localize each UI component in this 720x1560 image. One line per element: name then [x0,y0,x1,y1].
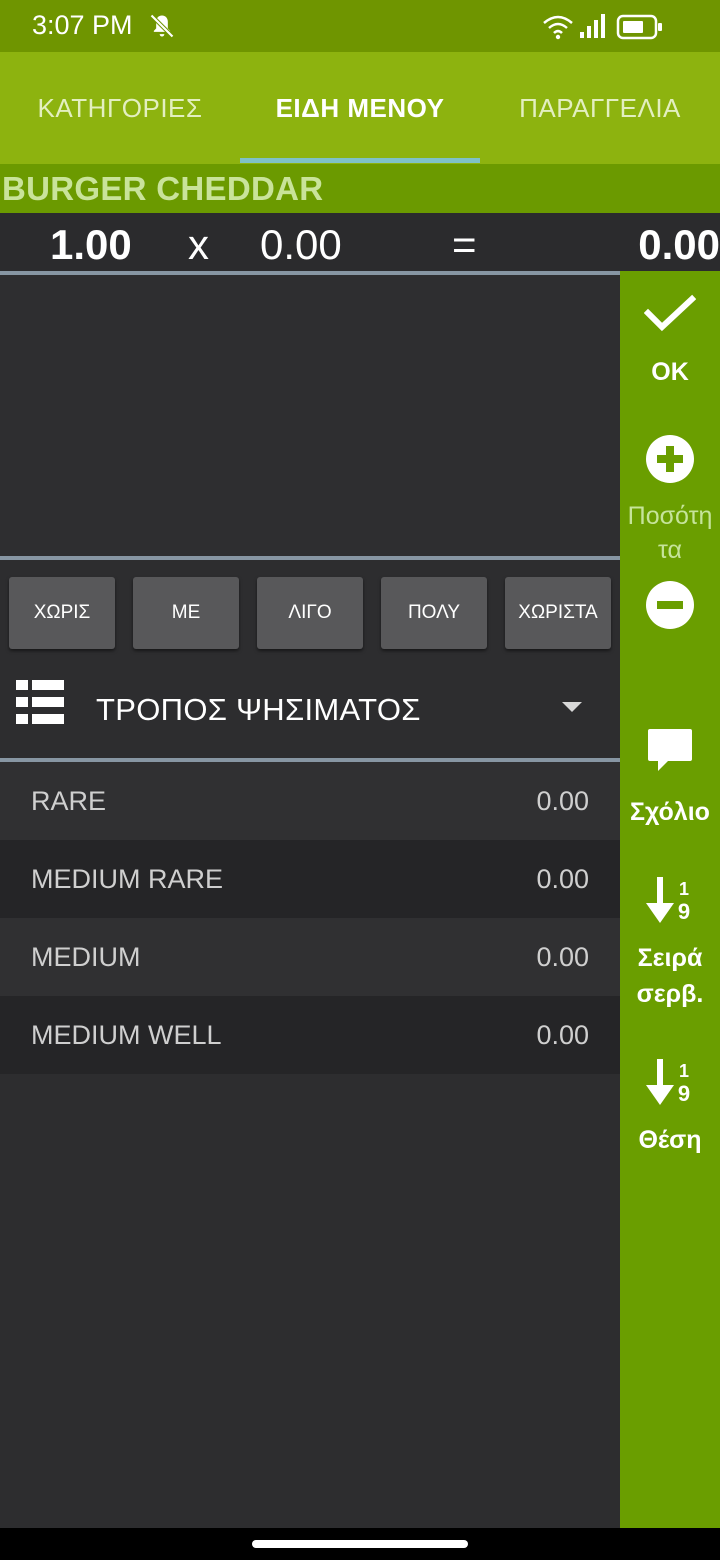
sort-numeric-icon: 1 9 [646,1059,690,1106]
comment-icon [648,729,692,771]
active-tab-indicator [240,158,480,163]
bell-off-icon [150,14,174,38]
battery-icon [616,14,662,40]
serve-order-button[interactable]: 1 9 Σειρά σερβ. [620,871,720,1011]
option-price: 0.00 [536,942,589,972]
option-price: 0.00 [536,786,589,816]
svg-text:1: 1 [679,1061,689,1081]
selected-modifiers-area [0,275,620,556]
svg-text:9: 9 [678,1081,690,1106]
svg-text:9: 9 [678,899,690,924]
quantity-label-line1: Ποσότη [627,502,713,530]
list-icon [16,680,64,724]
position-label: Θέση [638,1126,702,1154]
ok-button[interactable]: OK [620,285,720,395]
dropdown-label: ΤΡΟΠΟΣ ΨΗΣΙΜΑΤΟΣ [96,692,421,727]
sort-numeric-icon: 1 9 [646,877,690,924]
action-sidebar: OK Ποσότη τα Σχόλιο 1 9 Σειρά σερβ. 1 9 … [620,271,720,1528]
list-item[interactable]: MEDIUM 0.00 [0,918,620,996]
tab-menu-items[interactable]: ΕΙΔΗ ΜΕΝΟΥ [240,52,480,164]
item-title: BURGER CHEDDAR [2,170,324,207]
option-name: MEDIUM RARE [31,864,224,894]
little-button[interactable]: ΛΙΓΟ [257,577,363,649]
price-value[interactable]: 0.00 [260,221,342,269]
comment-label: Σχόλιο [630,798,710,826]
calc-row: 1.00 x 0.00 = 0.00 [0,213,720,271]
app-root: 3:07 PM ΚΑΤΗΓΟΡΙΕΣ ΕΙΔΗ ΜΕΝΟΥ ΠΑΡΑΓΓΕΛΙΑ… [0,0,720,1560]
item-title-bar: BURGER CHEDDAR [0,164,720,213]
list-item[interactable]: MEDIUM RARE 0.00 [0,840,620,918]
extra-button[interactable]: ΠΟΛΥ [381,577,487,649]
svg-text:1: 1 [679,879,689,899]
divider [0,556,620,560]
status-time: 3:07 PM [32,10,133,40]
tab-order[interactable]: ΠΑΡΑΓΓΕΛΙΑ [480,52,720,164]
serve-order-label-line2: σερβ. [636,980,704,1008]
minus-circle-icon[interactable] [645,580,695,630]
check-icon [644,294,696,332]
chevron-down-icon [562,702,582,712]
cooking-method-dropdown[interactable]: ΤΡΟΠΟΣ ΨΗΣΙΜΑΤΟΣ [0,660,620,758]
equals-sign: = [452,221,477,268]
wifi-icon [543,15,573,40]
navigation-bar [0,1528,720,1560]
serve-order-label-line1: Σειρά [637,944,703,972]
home-handle[interactable] [252,1540,468,1548]
without-button[interactable]: ΧΩΡΙΣ [9,577,115,649]
tab-bar: ΚΑΤΗΓΟΡΙΕΣ ΕΙΔΗ ΜΕΝΟΥ ΠΑΡΑΓΓΕΛΙΑ [0,52,720,164]
list-item[interactable]: RARE 0.00 [0,762,620,840]
status-bar: 3:07 PM [0,0,720,52]
quantity-value[interactable]: 1.00 [50,221,132,269]
option-name: MEDIUM [31,942,141,972]
signal-icon [580,14,605,38]
option-price: 0.00 [536,1020,589,1050]
total-value: 0.00 [638,221,720,268]
plus-circle-icon[interactable] [645,434,695,484]
position-button[interactable]: 1 9 Θέση [620,1053,720,1163]
tab-categories[interactable]: ΚΑΤΗΓΟΡΙΕΣ [0,52,240,164]
option-price: 0.00 [536,864,589,894]
quantity-label-line2: τα [658,536,682,564]
option-name: MEDIUM WELL [31,1020,222,1050]
separate-button[interactable]: ΧΩΡΙΣΤΑ [505,577,611,649]
comment-button[interactable]: Σχόλιο [620,723,720,833]
option-name: RARE [31,786,107,816]
with-button[interactable]: ΜΕ [133,577,239,649]
ok-label: OK [651,358,689,386]
times-sign: x [188,221,209,268]
list-item[interactable]: MEDIUM WELL 0.00 [0,996,620,1074]
